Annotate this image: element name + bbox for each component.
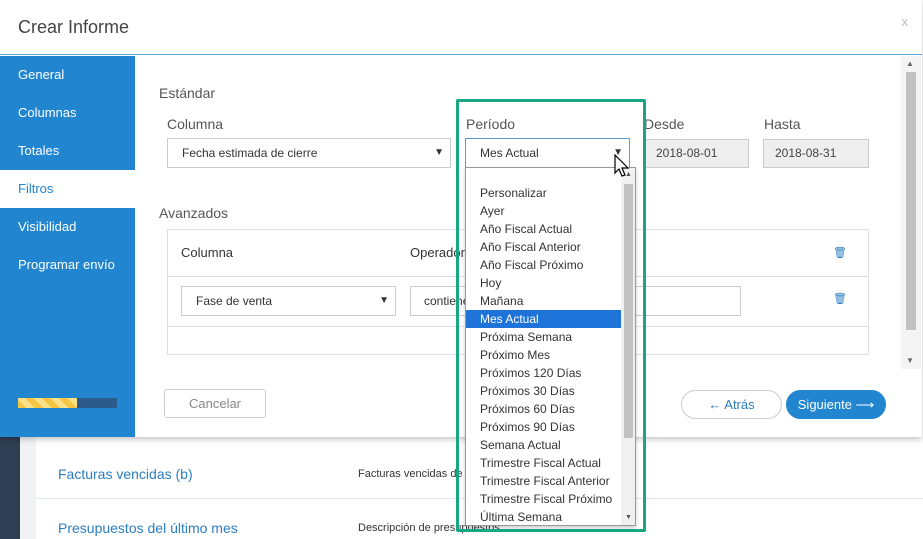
period-option[interactable]: Mes Actual — [466, 310, 621, 328]
report-description: Facturas vencidas de — [358, 468, 463, 480]
period-option[interactable]: Trimestre Fiscal Próximo — [466, 490, 621, 508]
cancel-button[interactable]: Cancelar — [164, 389, 266, 418]
dropdown-scrollbar[interactable]: ▲ ▼ — [621, 168, 635, 525]
sidebar-item-columnas[interactable]: Columnas — [0, 94, 135, 132]
scroll-up-icon[interactable]: ▲ — [906, 59, 914, 68]
period-option[interactable]: Hoy — [466, 274, 621, 292]
operator-header: Operador — [410, 245, 465, 260]
filter-column-value: Fase de venta — [196, 294, 273, 308]
period-option[interactable]: Semana Actual — [466, 436, 621, 454]
wizard-progress-bar — [18, 398, 117, 408]
background-sidebar — [0, 437, 20, 539]
period-options: Personalizar Ayer Año Fiscal Actual Año Fis… — [466, 184, 621, 525]
sidebar-item-visibilidad[interactable]: Visibilidad — [0, 208, 135, 246]
trash-icon[interactable]: 🗑 — [833, 246, 847, 259]
chevron-down-icon: ▼ — [434, 147, 444, 158]
period-option[interactable]: Mañana — [466, 292, 621, 310]
sidebar-item-totales[interactable]: Totales — [0, 132, 135, 170]
period-select[interactable]: Mes Actual ▼ — [465, 138, 630, 168]
report-link[interactable]: Facturas vencidas (b) — [58, 449, 193, 499]
report-link[interactable]: Presupuestos del último mes — [58, 503, 238, 539]
scroll-down-icon[interactable]: ▼ — [625, 514, 632, 521]
period-option[interactable]: Última Semana — [466, 508, 621, 525]
modal-scrollbar[interactable]: ▲ ▼ — [901, 56, 921, 369]
next-button[interactable]: Siguiente ⟶ — [786, 390, 886, 419]
to-label: Hasta — [764, 116, 801, 132]
modal-header: Crear Informe x — [0, 0, 922, 55]
period-option[interactable]: Año Fiscal Próximo — [466, 256, 621, 274]
to-date-field[interactable]: 2018-08-31 — [763, 139, 869, 168]
create-report-modal: Crear Informe x General Columnas Totales… — [0, 0, 922, 437]
trash-icon[interactable]: 🗑 — [833, 292, 847, 305]
period-option[interactable]: Año Fiscal Actual — [466, 220, 621, 238]
column-header: Columna — [181, 245, 234, 260]
sidebar-item-programar-envio[interactable]: Programar envío — [0, 246, 135, 284]
mouse-cursor-icon — [614, 154, 630, 177]
standard-section-title: Estándar — [159, 85, 216, 101]
scrollbar-thumb[interactable] — [906, 72, 916, 330]
column-select[interactable]: Fecha estimada de cierre ▼ — [167, 138, 451, 168]
advanced-section-title: Avanzados — [159, 205, 229, 221]
period-option[interactable]: Próximos 60 Días — [466, 400, 621, 418]
period-option[interactable]: Próximos 90 Días — [466, 418, 621, 436]
period-option[interactable]: Próximos 30 Días — [466, 382, 621, 400]
sidebar-item-general[interactable]: General — [0, 56, 135, 94]
from-label: Desde — [644, 116, 685, 132]
period-select-value: Mes Actual — [480, 146, 539, 160]
column-select-value: Fecha estimada de cierre — [182, 146, 318, 160]
wizard-progress-fill — [18, 398, 78, 408]
period-dropdown-list: Personalizar Ayer Año Fiscal Actual Año Fis… — [465, 167, 636, 526]
column-label: Columna — [167, 116, 224, 132]
period-option[interactable]: Trimestre Fiscal Actual — [466, 454, 621, 472]
dropdown-scrollbar-thumb[interactable] — [624, 184, 633, 438]
period-option[interactable]: Próximo Mes — [466, 346, 621, 364]
period-option[interactable]: Ayer — [466, 202, 621, 220]
back-button[interactable]: ← Atrás — [681, 390, 782, 419]
from-date-field[interactable]: 2018-08-01 — [644, 139, 749, 168]
chevron-down-icon: ▼ — [379, 295, 389, 306]
close-icon[interactable]: x — [902, 14, 909, 29]
period-option[interactable]: Próxima Semana — [466, 328, 621, 346]
sidebar-item-filtros[interactable]: Filtros — [0, 170, 135, 208]
wizard-sidebar: General Columnas Totales Filtros Visibil… — [0, 56, 135, 437]
modal-title: Crear Informe — [18, 17, 130, 37]
filter-column-select[interactable]: Fase de venta ▼ — [181, 286, 396, 316]
period-option[interactable]: Año Fiscal Anterior — [466, 238, 621, 256]
period-option[interactable]: Personalizar — [466, 184, 621, 202]
period-option[interactable]: Próximos 120 Días — [466, 364, 621, 382]
period-option[interactable]: Trimestre Fiscal Anterior — [466, 472, 621, 490]
filter-operator-select[interactable]: contiene — [410, 286, 470, 316]
scroll-down-icon[interactable]: ▼ — [906, 356, 914, 365]
period-label: Período — [466, 116, 516, 132]
